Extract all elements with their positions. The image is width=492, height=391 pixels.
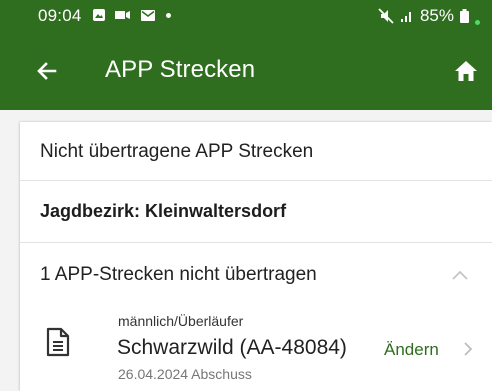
section-label: 1 APP-Strecken nicht übertragen <box>40 264 317 285</box>
photo-icon <box>93 9 105 21</box>
card-header: Nicht übertragene APP Strecken <box>20 122 492 181</box>
status-bar: 09:04 85% <box>0 0 492 30</box>
document-icon <box>46 327 70 357</box>
card-header-label: Nicht übertragene APP Strecken <box>40 141 314 162</box>
battery-icon <box>460 9 469 23</box>
mute-icon <box>378 8 394 24</box>
back-button[interactable] <box>33 56 63 86</box>
district-label: Jagdbezirk: Kleinwaltersdorf <box>40 201 287 221</box>
home-button[interactable] <box>453 59 479 83</box>
list-item[interactable]: männlich/Überläufer Schwarzwild (AA-4808… <box>20 309 492 391</box>
chevron-up-icon <box>452 270 468 280</box>
dot-icon <box>166 12 171 18</box>
battery-level: 85% <box>419 6 454 25</box>
home-icon <box>455 61 477 81</box>
section-toggle[interactable]: 1 APP-Strecken nicht übertragen <box>20 243 492 305</box>
edit-button[interactable]: Ändern <box>384 340 439 360</box>
status-time: 09:04 <box>38 6 82 25</box>
entry-date: 26.04.2024 Abschuss <box>118 366 252 382</box>
system-icons: 85% <box>378 6 480 26</box>
app-bar: APP Strecken <box>0 30 492 110</box>
cast-icon <box>115 11 130 19</box>
entry-name: Schwarzwild (AA-48084) <box>117 336 347 359</box>
notification-icons <box>92 8 171 22</box>
signal-icon <box>400 12 411 22</box>
district-row: Jagdbezirk: Kleinwaltersdorf <box>20 181 492 243</box>
app-screen: 09:04 85% APP Strecken Nicht übertragene… <box>0 0 492 391</box>
mail-icon <box>141 9 155 21</box>
arrow-left-icon <box>37 62 57 80</box>
privacy-indicator-dot <box>475 19 480 25</box>
entry-category: männlich/Überläufer <box>118 313 244 329</box>
content-card: Nicht übertragene APP Strecken Jagdbezir… <box>20 122 492 391</box>
page-title: APP Strecken <box>105 56 256 83</box>
chevron-right-icon <box>464 342 473 356</box>
